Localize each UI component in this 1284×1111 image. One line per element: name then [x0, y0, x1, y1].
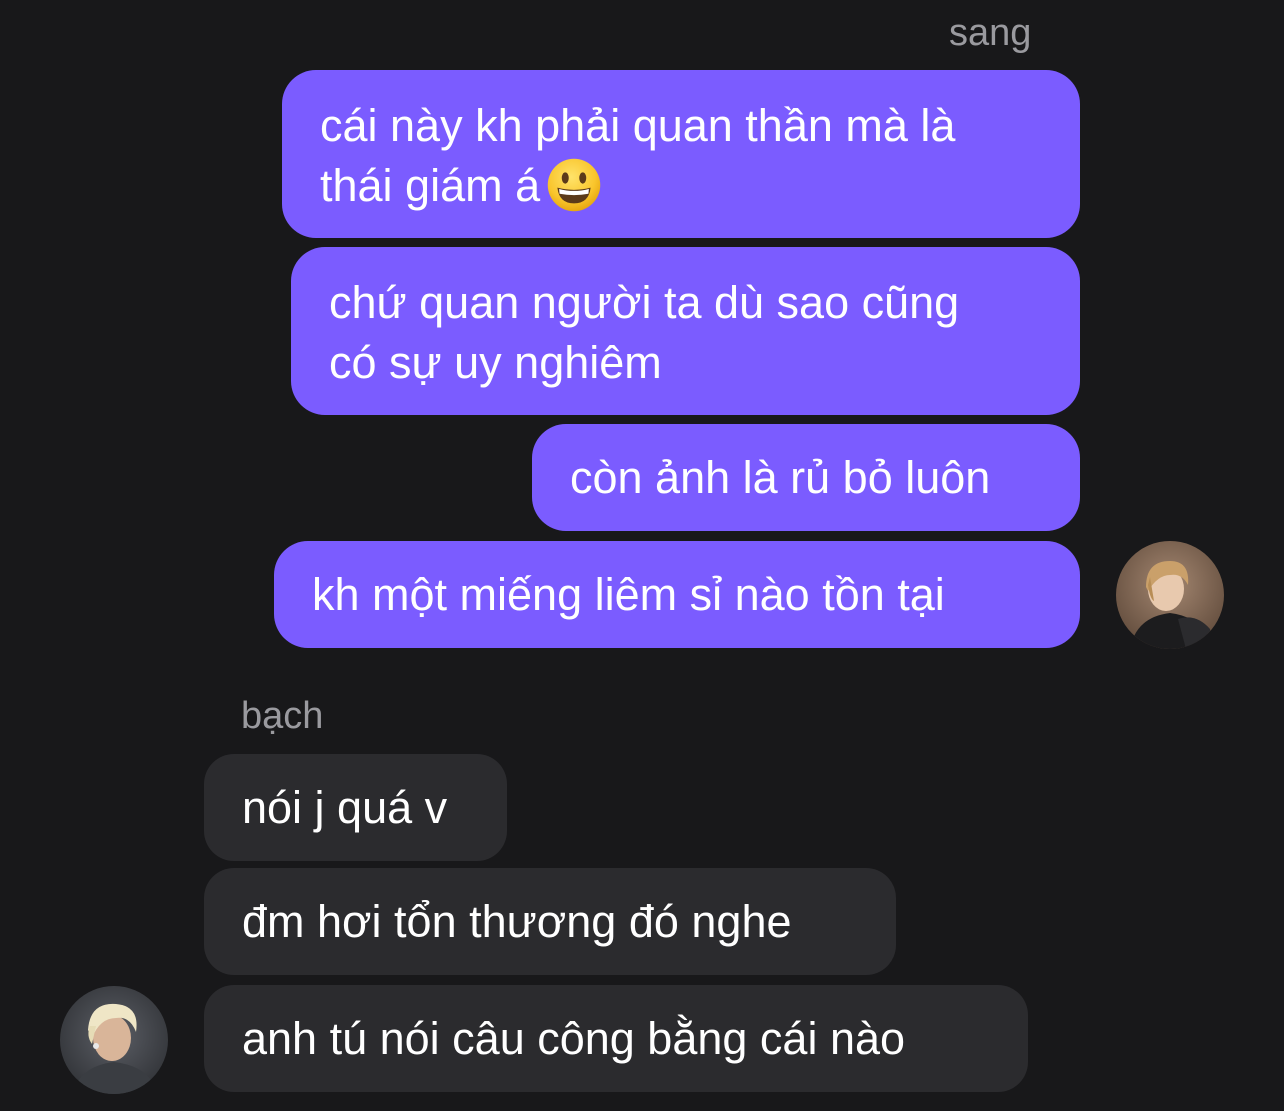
message-text-line: kh một miếng liêm sỉ nào tồn tại	[312, 569, 945, 620]
message-bubble-outgoing[interactable]: cái này kh phải quan thần mà là thái giá…	[282, 70, 1080, 238]
avatar-sang-image	[1116, 541, 1224, 649]
avatar-sang[interactable]	[1116, 541, 1224, 649]
grinning-face-emoji	[547, 158, 601, 212]
message-text-line: có sự uy nghiêm	[329, 337, 662, 388]
message-text-line: đm hơi tổn thương đó nghe	[242, 896, 792, 947]
sender-name-sang: sang	[949, 12, 1032, 54]
message-text-line: cái này kh phải quan thần mà là	[320, 100, 956, 151]
message-bubble-outgoing[interactable]: còn ảnh là rủ bỏ luôn	[532, 424, 1080, 531]
message-text-line: thái giám á	[320, 156, 1042, 216]
avatar-bach[interactable]	[60, 986, 168, 1094]
message-text-line: nói j quá v	[242, 782, 448, 833]
sender-name-bach: bạch	[241, 695, 324, 737]
message-bubble-outgoing[interactable]: kh một miếng liêm sỉ nào tồn tại	[274, 541, 1080, 648]
message-text-line: chứ quan người ta dù sao cũng	[329, 277, 960, 328]
message-bubble-outgoing[interactable]: chứ quan người ta dù sao cũng có sự uy n…	[291, 247, 1080, 415]
message-text-line: còn ảnh là rủ bỏ luôn	[570, 452, 991, 503]
message-text-line: anh tú nói câu công bằng cái nào	[242, 1013, 906, 1064]
message-bubble-incoming[interactable]: đm hơi tổn thương đó nghe	[204, 868, 896, 975]
message-bubble-incoming[interactable]: nói j quá v	[204, 754, 507, 861]
message-bubble-incoming[interactable]: anh tú nói câu công bằng cái nào	[204, 985, 1028, 1092]
avatar-bach-image	[60, 986, 168, 1094]
